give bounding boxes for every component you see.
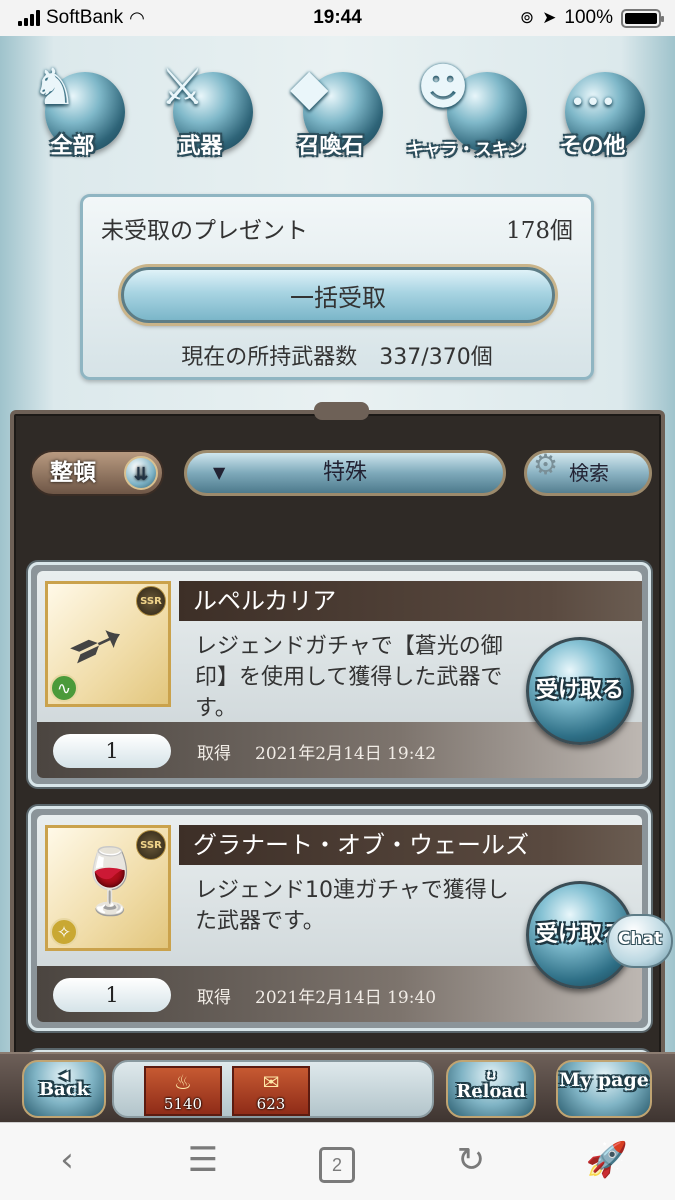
item-quantity: 1 [53, 978, 171, 1012]
item-thumbnail[interactable]: ➶ SSR ∿ [45, 581, 171, 707]
reload-label: Reload [456, 1081, 526, 1102]
weapon-icon: ⚔ [160, 58, 205, 116]
back-icon[interactable]: ‹ [42, 1137, 92, 1185]
acquired-label: 取得 [197, 988, 231, 1008]
gear-icon: ⚙ [533, 448, 559, 481]
character-icon: ☻ [417, 58, 470, 116]
tab-character-label: キャラ・スキン [406, 140, 526, 160]
rocket-icon[interactable]: 🚀 [582, 1137, 632, 1185]
game-bottom-bar: ◀ Back ♨ 5140 ✉ 623 ↻ Reload My page [0, 1052, 675, 1122]
orientation-lock-icon: ⊚ [519, 8, 535, 27]
item-name: グラナート・オブ・ウェールズ [179, 825, 642, 865]
search-button[interactable]: ⚙ 検索 [524, 448, 652, 496]
present-card: ➶ SSR ∿ ルペルカリア レジェンドガチャで【蒼光の御印】を使用して獲得した… [28, 562, 651, 787]
item-shortcut-box: ♨ 5140 ✉ 623 [112, 1060, 434, 1118]
present-title: 未受取のプレゼント [101, 218, 308, 244]
search-label: 検索 [569, 461, 609, 485]
item-description: レジェンド10連ガチャで獲得した武器です。 [195, 878, 509, 934]
browser-toolbar: ‹ ☰ 2 ↻ 🚀 [0, 1122, 675, 1200]
battery-percent: 100% [564, 7, 613, 28]
item-slot[interactable]: ♨ 5140 [144, 1066, 222, 1116]
dropdown-arrow-icon: ▼ [213, 463, 226, 482]
light-element-icon: ✧ [50, 918, 78, 946]
other-icon: ••• [570, 88, 617, 118]
present-list-frame: 整頓 ⇊ ▼ 特殊 ⚙ 検索 ➶ SSR ∿ ルペルカリア レジェンドガチャで【… [10, 402, 665, 1122]
status-bar: SoftBank ◠ 19:44 ⊚ ➤ 100% [0, 0, 675, 36]
potion-icon: ♨ [174, 1070, 192, 1094]
wind-element-icon: ∿ [50, 674, 78, 702]
location-icon: ➤ [542, 8, 557, 27]
item-slot[interactable]: ✉ 623 [232, 1066, 310, 1116]
back-button[interactable]: ◀ Back [22, 1060, 106, 1118]
sort-button[interactable]: 整頓 ⇊ [30, 450, 164, 496]
status-right: ⊚ ➤ 100% [519, 7, 664, 29]
ticket-icon: ✉ [262, 1070, 280, 1094]
receive-button[interactable]: 受け取る [526, 637, 634, 745]
tab-other-label: その他 [559, 134, 626, 159]
summon-stone-icon: ◆ [290, 58, 329, 116]
acquired-date: 2021年2月14日 19:42 [255, 744, 437, 764]
back-label: Back [38, 1079, 90, 1100]
menu-icon[interactable]: ☰ [178, 1137, 228, 1185]
tabs-button[interactable]: 2 [312, 1137, 362, 1185]
wine-image-icon: 🍷 [70, 845, 150, 919]
mypage-button[interactable]: My page [556, 1060, 652, 1118]
filter-select[interactable]: ▼ 特殊 [184, 450, 506, 496]
battery-icon [621, 8, 664, 28]
item-count: 623 [256, 1095, 286, 1113]
reload-browser-icon[interactable]: ↻ [446, 1137, 496, 1185]
reload-button[interactable]: ↻ Reload [446, 1060, 536, 1118]
item-thumbnail[interactable]: 🍷 SSR ✧ [45, 825, 171, 951]
tab-character-skin[interactable]: ☻ キャラ・スキン [405, 62, 527, 162]
frame-ornament [314, 402, 369, 420]
filter-value: 特殊 [322, 460, 367, 485]
bulk-receive-button[interactable]: 一括受取 [121, 267, 555, 323]
tab-all-label: 全部 [50, 134, 95, 159]
tab-summon-stone[interactable]: ◆ 召喚石 [278, 62, 383, 162]
rarity-badge: SSR [136, 586, 166, 616]
acquired-date: 2021年2月14日 19:40 [255, 988, 437, 1008]
chevron-down-icon: ⇊ [124, 456, 158, 490]
present-card: 🍷 SSR ✧ グラナート・オブ・ウェールズ レジェンド10連ガチャで獲得した武… [28, 806, 651, 1031]
mypage-label: My page [559, 1069, 649, 1091]
tab-summon-label: 召喚石 [297, 134, 364, 159]
category-tabs: ♞ 全部 ⚔ 武器 ◆ 召喚石 ☻ キャラ・スキン ••• その他 [20, 62, 660, 177]
chat-button[interactable]: Chat [607, 914, 673, 968]
tab-weapon[interactable]: ⚔ 武器 [148, 62, 253, 162]
owned-weapon-count: 現在の所持武器数 337/370個 [181, 345, 493, 370]
item-quantity: 1 [53, 734, 171, 768]
present-panel: 未受取のプレゼント 178個 一括受取 現在の所持武器数 337/370個 [80, 194, 594, 380]
present-count: 178個 [506, 218, 573, 244]
rarity-badge: SSR [136, 830, 166, 860]
acquired-label: 取得 [197, 744, 231, 764]
sort-label: 整頓 [50, 460, 96, 486]
item-count: 5140 [163, 1095, 203, 1113]
tab-count: 2 [319, 1147, 355, 1183]
game-screen: ♞ 全部 ⚔ 武器 ◆ 召喚石 ☻ キャラ・スキン ••• その他 未受取のプレ… [0, 36, 675, 1122]
tab-other[interactable]: ••• その他 [540, 62, 645, 162]
tab-all[interactable]: ♞ 全部 [20, 62, 125, 162]
item-name: ルペルカリア [179, 581, 642, 621]
all-icon: ♞ [32, 58, 77, 116]
tab-weapon-label: 武器 [178, 134, 223, 159]
item-description: レジェンドガチャで【蒼光の御印】を使用して獲得した武器です。 [195, 634, 503, 721]
